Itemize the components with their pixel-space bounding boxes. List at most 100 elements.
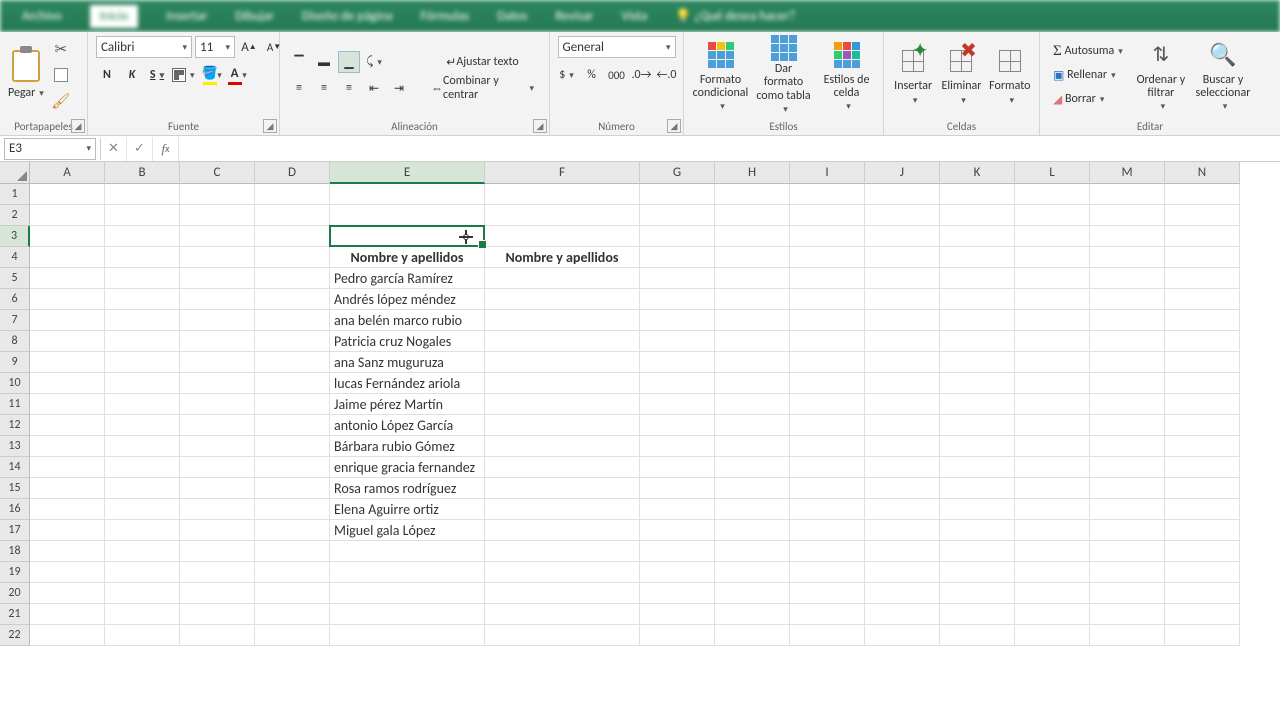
font-color-button[interactable]: A▾ — [224, 64, 246, 86]
cell-I6[interactable] — [790, 289, 865, 310]
cell-D4[interactable] — [255, 247, 330, 268]
cell-L9[interactable] — [1015, 352, 1090, 373]
cell-E21[interactable] — [330, 604, 485, 625]
cell-D5[interactable] — [255, 268, 330, 289]
cell-J12[interactable] — [865, 415, 940, 436]
cell-H13[interactable] — [715, 436, 790, 457]
cell-J5[interactable] — [865, 268, 940, 289]
cell-I15[interactable] — [790, 478, 865, 499]
cell-F20[interactable] — [485, 583, 640, 604]
cell-L10[interactable] — [1015, 373, 1090, 394]
cell-B4[interactable] — [105, 247, 180, 268]
menu-insertar[interactable]: Insertar — [166, 9, 207, 24]
cell-J8[interactable] — [865, 331, 940, 352]
cell-M14[interactable] — [1090, 457, 1165, 478]
cell-I14[interactable] — [790, 457, 865, 478]
cell-M22[interactable] — [1090, 625, 1165, 646]
cell-B17[interactable] — [105, 520, 180, 541]
cell-H1[interactable] — [715, 184, 790, 205]
cancel-formula-button[interactable]: ✕ — [101, 137, 127, 161]
cell-H21[interactable] — [715, 604, 790, 625]
align-middle-button[interactable]: ▬ — [313, 51, 335, 73]
cell-K12[interactable] — [940, 415, 1015, 436]
column-header-L[interactable]: L — [1015, 162, 1090, 184]
cell-D11[interactable] — [255, 394, 330, 415]
cell-L2[interactable] — [1015, 205, 1090, 226]
menu-bar[interactable]: ArchivoInicioInsertarDibujarDiseño de pá… — [0, 0, 1280, 32]
cell-I16[interactable] — [790, 499, 865, 520]
cell-F2[interactable] — [485, 205, 640, 226]
cell-K8[interactable] — [940, 331, 1015, 352]
cell-D14[interactable] — [255, 457, 330, 478]
cell-F10[interactable] — [485, 373, 640, 394]
row-header-14[interactable]: 14 — [0, 457, 30, 478]
cell-C7[interactable] — [180, 310, 255, 331]
cell-D10[interactable] — [255, 373, 330, 394]
cell-I11[interactable] — [790, 394, 865, 415]
row-header-9[interactable]: 9 — [0, 352, 30, 373]
cell-B19[interactable] — [105, 562, 180, 583]
cell-G8[interactable] — [640, 331, 715, 352]
cell-G6[interactable] — [640, 289, 715, 310]
cell-H2[interactable] — [715, 205, 790, 226]
insert-function-button[interactable]: fx — [153, 137, 179, 161]
cell-C2[interactable] — [180, 205, 255, 226]
cell-D2[interactable] — [255, 205, 330, 226]
cell-J17[interactable] — [865, 520, 940, 541]
column-header-E[interactable]: E — [330, 162, 485, 184]
cell-E6[interactable]: Andrés lópez méndez — [330, 289, 485, 310]
cell-I19[interactable] — [790, 562, 865, 583]
cell-J20[interactable] — [865, 583, 940, 604]
autosum-button[interactable]: Σ Autosuma▾ — [1048, 40, 1128, 62]
cell-A14[interactable] — [30, 457, 105, 478]
cell-H10[interactable] — [715, 373, 790, 394]
cell-C18[interactable] — [180, 541, 255, 562]
font-name-combo[interactable]: Calibri▾ — [96, 36, 192, 58]
dialog-launcher-icon[interactable]: ◢ — [71, 119, 85, 133]
cell-G9[interactable] — [640, 352, 715, 373]
cell-F11[interactable] — [485, 394, 640, 415]
increase-indent-button[interactable]: ⇥ — [388, 77, 410, 99]
cell-H11[interactable] — [715, 394, 790, 415]
comma-format-button[interactable]: 000 — [606, 64, 628, 86]
cell-A1[interactable] — [30, 184, 105, 205]
cell-L19[interactable] — [1015, 562, 1090, 583]
cell-M7[interactable] — [1090, 310, 1165, 331]
cell-A2[interactable] — [30, 205, 105, 226]
cell-I5[interactable] — [790, 268, 865, 289]
cell-N22[interactable] — [1165, 625, 1240, 646]
cell-G13[interactable] — [640, 436, 715, 457]
cell-J13[interactable] — [865, 436, 940, 457]
cell-B7[interactable] — [105, 310, 180, 331]
cell-C21[interactable] — [180, 604, 255, 625]
cell-E7[interactable]: ana belén marco rubio — [330, 310, 485, 331]
worksheet-grid[interactable]: ABCDEFGHIJKLMN 1234567891011121314151617… — [0, 162, 1280, 720]
cell-C11[interactable] — [180, 394, 255, 415]
underline-button[interactable]: S▾ — [146, 64, 168, 86]
cell-N18[interactable] — [1165, 541, 1240, 562]
cell-N9[interactable] — [1165, 352, 1240, 373]
row-header-7[interactable]: 7 — [0, 310, 30, 331]
cell-E15[interactable]: Rosa ramos rodríguez — [330, 478, 485, 499]
cell-A4[interactable] — [30, 247, 105, 268]
enter-formula-button[interactable]: ✓ — [127, 137, 153, 161]
row-header-6[interactable]: 6 — [0, 289, 30, 310]
row-header-3[interactable]: 3 — [0, 226, 30, 247]
cell-C16[interactable] — [180, 499, 255, 520]
cell-E11[interactable]: Jaime pérez Martín — [330, 394, 485, 415]
cell-I18[interactable] — [790, 541, 865, 562]
cell-J19[interactable] — [865, 562, 940, 583]
cell-E19[interactable] — [330, 562, 485, 583]
paste-button[interactable]: Pegar▾ — [8, 86, 44, 100]
cell-E4[interactable]: Nombre y apellidos — [330, 247, 485, 268]
cell-E1[interactable] — [330, 184, 485, 205]
cell-A18[interactable] — [30, 541, 105, 562]
cell-H8[interactable] — [715, 331, 790, 352]
format-cells-button[interactable]: Formato▾ — [989, 38, 1031, 112]
cell-J1[interactable] — [865, 184, 940, 205]
cell-C22[interactable] — [180, 625, 255, 646]
select-all-corner[interactable] — [0, 162, 30, 184]
row-header-17[interactable]: 17 — [0, 520, 30, 541]
cell-K10[interactable] — [940, 373, 1015, 394]
cell-J4[interactable] — [865, 247, 940, 268]
